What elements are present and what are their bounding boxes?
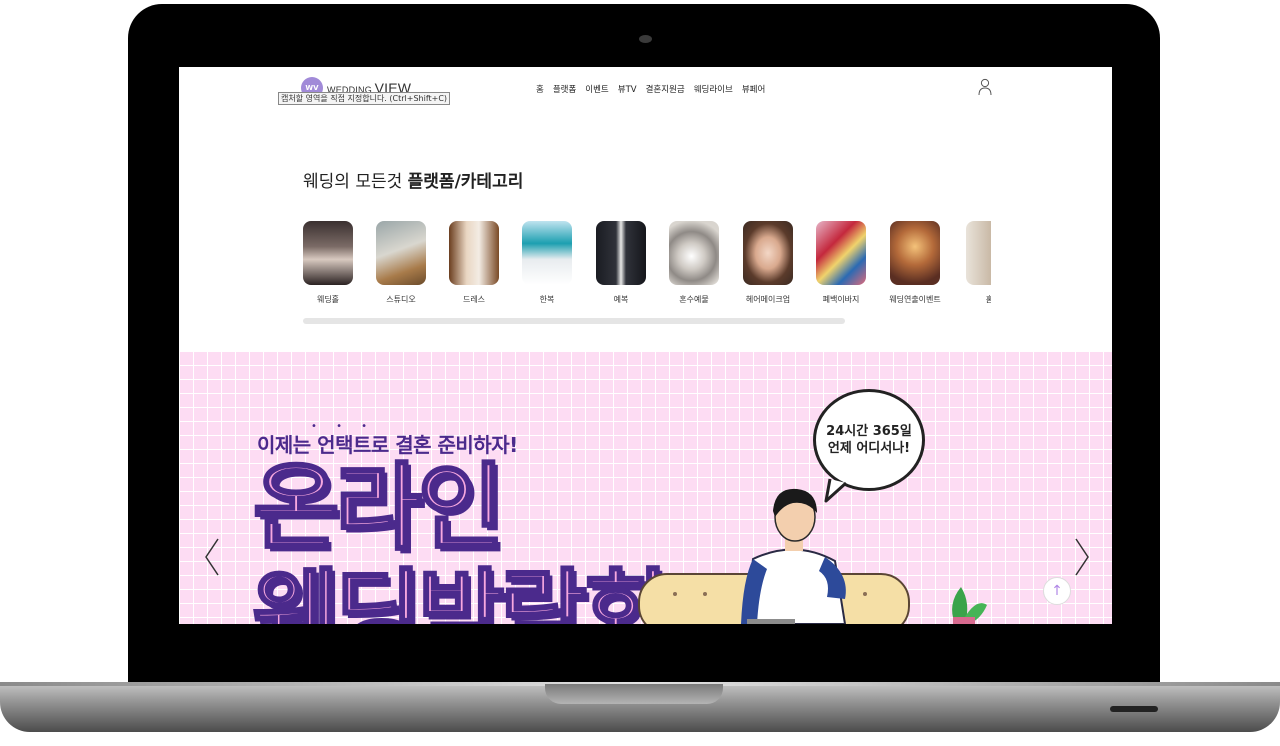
category-label: 혼수예물 [679,295,709,304]
section-title-bold: 플랫폼/카테고리 [407,172,524,192]
banner-prev-arrow-icon[interactable] [201,537,223,577]
rings-photo-icon [669,221,719,285]
category-item[interactable]: 한복 [522,221,572,305]
category-item[interactable]: 스튜디오 [376,221,426,305]
nav-wedding-live[interactable]: 웨딩라이브 [694,83,733,95]
bubble-line2: 언제 어디서나! [827,441,911,456]
category-item[interactable]: 헤어메이크업 [743,221,793,305]
nav-platform[interactable]: 플랫폼 [553,83,576,95]
nav-home[interactable]: 홈 [536,83,544,95]
category-scrollbar[interactable] [303,318,845,324]
category-item[interactable]: 혼수예물 [669,221,719,305]
category-label: 스튜디오 [386,295,416,304]
category-item[interactable]: 웨딩연출이벤트 [889,221,941,305]
pyebaek-photo-icon [816,221,866,285]
hanbok-photo-icon [522,221,572,285]
category-label: 홈[ [985,295,991,304]
section-title: 웨딩의 모든것 플랫폼/카테고리 [303,167,523,192]
suit-photo-icon [596,221,646,285]
speech-bubble: 24시간 365일 언제 어디서나! [813,389,925,491]
user-icon[interactable] [978,78,992,96]
laptop-slot [1110,706,1158,712]
category-item[interactable]: 예복 [596,221,646,305]
category-label: 웨딩홀 [316,295,340,304]
category-label: 웨딩연출이벤트 [889,295,941,304]
home-photo-icon [966,221,991,285]
banner-title-line1: 온라인 [251,454,505,563]
man-on-sofa-illustration-icon [638,488,987,624]
makeup-photo-icon [743,221,793,285]
laptop-notch [545,684,723,704]
nav-viewtv[interactable]: 뷰TV [618,83,637,95]
category-label: 헤어메이크업 [745,295,791,304]
nav-event[interactable]: 이벤트 [585,83,608,95]
wedding-hall-photo-icon [303,221,353,285]
category-label: 예복 [613,295,629,304]
category-item[interactable]: 웨딩홀 [303,221,353,305]
studio-photo-icon [376,221,426,285]
category-item[interactable]: 홈[ [966,221,991,305]
banner-title-line2: 웨딩박람회 [251,560,670,624]
main-nav: 홈 플랫폼 이벤트 뷰TV 결혼지원금 웨딩라이브 뷰페어 [536,83,765,95]
category-item[interactable]: 드레스 [449,221,499,305]
scroll-top-button[interactable]: ↑ [1043,577,1071,605]
category-label: 한복 [539,295,555,304]
nav-viewfair[interactable]: 뷰페어 [742,83,765,95]
bubble-line1: 24시간 365일 [826,424,912,439]
capture-tooltip: 캡처할 영역을 직접 지정합니다. (Ctrl+Shift+C) [278,92,451,105]
browser-screen: WV WEDDING VIEW 캡처할 영역을 직접 지정합니다. (Ctrl+… [179,67,1112,624]
camera-icon [639,35,652,43]
promo-banner[interactable]: • • • 이제는 언택트로 결혼 준비하자! 온라인 웨딩박람회 24시간 3… [179,351,1112,624]
dress-photo-icon [449,221,499,285]
section-title-prefix: 웨딩의 모든것 [303,172,408,192]
category-label: 폐백이바지 [822,295,860,304]
nav-support-fund[interactable]: 결혼지원금 [646,83,685,95]
category-label: 드레스 [462,295,486,304]
category-item[interactable]: 폐백이바지 [816,221,866,305]
site-header: WV WEDDING VIEW 캡처할 영역을 직접 지정합니다. (Ctrl+… [179,67,1112,117]
banner-next-arrow-icon[interactable] [1071,537,1093,577]
event-photo-icon [890,221,940,285]
category-carousel: 웨딩홀 스튜디오 드레스 한복 예복 혼수예물 헤어메이크업 폐백이바지 웨딩연… [303,221,991,311]
